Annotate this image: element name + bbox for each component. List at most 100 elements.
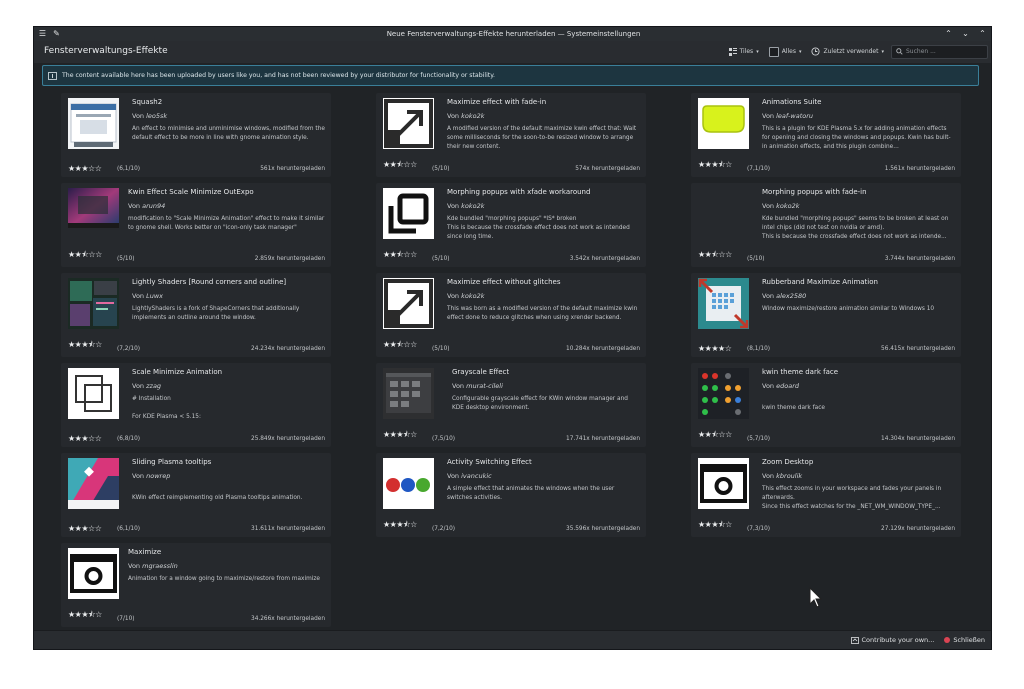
camera-icon xyxy=(698,458,749,509)
effect-name[interactable]: Kwin Effect Scale Minimize OutExpo xyxy=(128,188,325,198)
contribute-label: Contribute your own... xyxy=(861,636,935,644)
effect-card[interactable]: Activity Switching Effect Von ivancukic … xyxy=(376,453,646,537)
contribute-button[interactable]: Contribute your own... xyxy=(850,636,935,644)
rating-score: (5/10) xyxy=(432,166,450,172)
effect-author: Von murat-cileli xyxy=(452,382,503,390)
rating-score: (5/10) xyxy=(747,256,765,262)
download-count: 3.542x heruntergeladen xyxy=(569,256,640,262)
maximize-arrow-icon xyxy=(383,98,434,149)
download-count: 10.284x heruntergeladen xyxy=(566,346,640,352)
rating-stars: ★★★★☆ xyxy=(698,344,732,353)
rating-stars: ★★★⯪☆ xyxy=(383,430,417,439)
effect-description: This is a plugin for KDE Plasma 5.x for … xyxy=(762,126,951,150)
rating-score: (7,2/10) xyxy=(432,526,456,532)
rating-score: (6,1/10) xyxy=(117,526,141,532)
effect-card[interactable]: Animations Suite Von leaf-watoru This is… xyxy=(691,93,961,177)
download-count: 574x heruntergeladen xyxy=(575,166,640,172)
overlapping-squares-icon xyxy=(383,188,434,239)
effect-author: Von kbroulik xyxy=(762,472,803,480)
upload-icon xyxy=(850,636,859,644)
rating-score: (7,5/10) xyxy=(432,436,456,442)
effect-description: Kde bundled "morphing popups" seems to b… xyxy=(762,216,949,240)
rating-score: (7/10) xyxy=(117,616,135,622)
effect-description: Kde bundled "morphing popups" *IS* broke… xyxy=(447,216,630,240)
effect-description: # Installation For KDE Plasma < 5.15: xyxy=(132,396,201,420)
desktop-screenshot-icon xyxy=(68,188,119,228)
effect-description: LightlyShaders is a fork of ShapeCorners… xyxy=(132,306,300,321)
effect-card[interactable]: Morphing popups with fade-in Von koko2k … xyxy=(691,183,961,267)
effect-name[interactable]: kwin theme dark face xyxy=(762,368,955,378)
effect-description: A modified version of the default maximi… xyxy=(447,126,637,150)
effect-name[interactable]: Grayscale Effect xyxy=(452,368,640,378)
download-count: 56.415x heruntergeladen xyxy=(881,346,955,352)
effect-name[interactable]: Animations Suite xyxy=(762,98,955,108)
effect-name[interactable]: Maximize xyxy=(128,548,325,558)
effect-description: This effect zooms in your workspace and … xyxy=(762,486,942,510)
download-count: 34.266x heruntergeladen xyxy=(251,616,325,622)
rating-stars: ★★★⯪☆ xyxy=(698,520,732,529)
effect-name[interactable]: Squash2 xyxy=(132,98,325,108)
effect-description: KWin effect reimplementing old Plasma to… xyxy=(132,494,303,501)
effect-author: Von arun94 xyxy=(128,202,166,210)
effect-card[interactable]: Grayscale Effect Von murat-cileli Config… xyxy=(376,363,646,447)
download-count: 17.741x heruntergeladen xyxy=(566,436,640,442)
rating-stars: ★★★⯪☆ xyxy=(383,520,417,529)
effect-name[interactable]: Activity Switching Effect xyxy=(447,458,640,468)
effect-author: Von leo5sk xyxy=(132,112,168,120)
effect-card[interactable]: Squash2 Von leo5sk An effect to minimise… xyxy=(61,93,331,177)
effect-card[interactable]: Maximize effect without glitches Von kok… xyxy=(376,273,646,357)
rating-score: (7,1/10) xyxy=(747,166,771,172)
effect-card[interactable]: kwin theme dark face Von edoard kwin the… xyxy=(691,363,961,447)
rating-score: (7,2/10) xyxy=(117,346,141,352)
rating-stars: ★★⯪☆☆ xyxy=(698,250,732,259)
close-button[interactable]: Schließen xyxy=(944,636,985,644)
effect-author: Von ivancukic xyxy=(447,472,492,480)
effect-card[interactable]: Maximize Von mgraesslin Animation for a … xyxy=(61,543,331,627)
effect-card[interactable]: Morphing popups with xfade workaround Vo… xyxy=(376,183,646,267)
rating-score: (5/10) xyxy=(117,256,135,262)
download-count: 1.561x heruntergeladen xyxy=(884,166,955,172)
effect-card[interactable]: Sliding Plasma tooltips Von nowrep KWin … xyxy=(61,453,331,537)
effects-grid: Squash2 Von leo5sk An effect to minimise… xyxy=(34,27,991,649)
rubberband-icon xyxy=(698,278,749,329)
effect-name[interactable]: Lightly Shaders [Round corners and outli… xyxy=(132,278,325,288)
close-label: Schließen xyxy=(953,636,985,644)
rating-stars: ★★⯪☆☆ xyxy=(383,340,417,349)
effect-name[interactable]: Maximize effect without glitches xyxy=(447,278,640,288)
rating-score: (6,8/10) xyxy=(117,436,141,442)
effect-name[interactable]: Maximize effect with fade-in xyxy=(447,98,640,108)
maximize-arrow-icon xyxy=(383,278,434,329)
effect-author: Von leaf-watoru xyxy=(762,112,814,120)
rating-score: (5,7/10) xyxy=(747,436,771,442)
download-count: 27.129x heruntergeladen xyxy=(881,526,955,532)
rating-stars: ★★★⯪☆ xyxy=(698,160,732,169)
effect-card[interactable]: Scale Minimize Animation Von zzag # Inst… xyxy=(61,363,331,447)
rating-stars: ★★⯪☆☆ xyxy=(698,430,732,439)
effect-card[interactable]: Zoom Desktop Von kbroulik This effect zo… xyxy=(691,453,961,537)
effect-name[interactable]: Zoom Desktop xyxy=(762,458,955,468)
effect-author: Von nowrep xyxy=(132,472,171,480)
effect-author: Von alex2580 xyxy=(762,292,807,300)
dark-desktop-icon xyxy=(68,278,119,329)
effect-name[interactable]: Scale Minimize Animation xyxy=(132,368,325,378)
effect-description: This was born as a modified version of t… xyxy=(447,306,638,321)
effect-card[interactable]: Lightly Shaders [Round corners and outli… xyxy=(61,273,331,357)
download-count: 31.611x heruntergeladen xyxy=(251,526,325,532)
effect-description: A simple effect that animates the window… xyxy=(447,486,615,501)
effect-name[interactable]: Morphing popups with xfade workaround xyxy=(447,188,640,198)
effect-description: Window maximize/restore animation simila… xyxy=(762,306,935,312)
download-count: 14.304x heruntergeladen xyxy=(881,436,955,442)
rating-stars: ★★★☆☆ xyxy=(68,524,102,533)
effect-name[interactable]: Sliding Plasma tooltips xyxy=(132,458,325,468)
squash-window-icon xyxy=(68,98,119,149)
rating-score: (8,1/10) xyxy=(747,346,771,352)
rating-score: (6,1/10) xyxy=(117,166,141,172)
effect-card[interactable]: Rubberband Maximize Animation Von alex25… xyxy=(691,273,961,357)
rating-stars: ★★⯪☆☆ xyxy=(383,250,417,259)
effect-name[interactable]: Rubberband Maximize Animation xyxy=(762,278,955,288)
effect-name[interactable]: Morphing popups with fade-in xyxy=(762,188,955,198)
effect-card[interactable]: Maximize effect with fade-in Von koko2k … xyxy=(376,93,646,177)
effect-author: Von koko2k xyxy=(447,112,485,120)
effect-card[interactable]: Kwin Effect Scale Minimize OutExpo Von a… xyxy=(61,183,331,267)
effect-description: Configurable grayscale effect for KWin w… xyxy=(452,396,628,411)
